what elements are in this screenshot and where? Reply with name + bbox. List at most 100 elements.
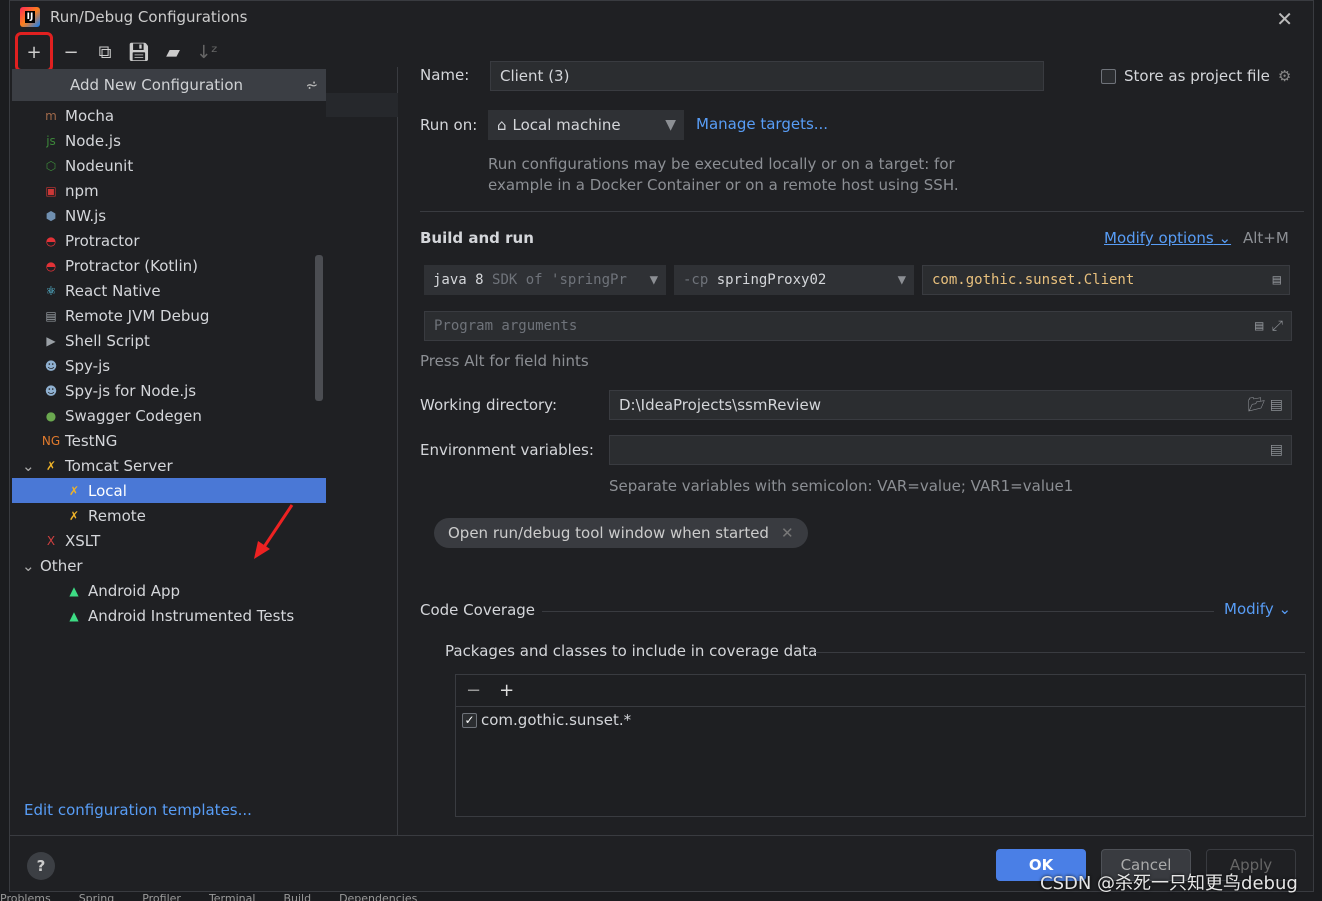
config-item-label: Swagger Codegen: [65, 406, 202, 425]
configuration-tree-panel: Add New Configuration ⩫ m Mocha js Node.js ⬡…: [10, 67, 398, 835]
testng-icon: NG: [41, 433, 61, 448]
tomcat-icon: ✗: [68, 483, 80, 498]
sort-icon[interactable]: ↓ᶻ: [194, 39, 220, 65]
new-folder-icon[interactable]: ▰: [160, 39, 186, 65]
config-item[interactable]: m Mocha: [12, 103, 326, 128]
modify-shortcut: Alt+M: [1243, 229, 1289, 247]
modify-label: Modify: [1224, 600, 1274, 618]
config-item-label: Nodeunit: [65, 156, 134, 175]
npm-icon: ▣: [45, 183, 57, 198]
main-class-input[interactable]: com.gothic.sunset.Client ▤: [922, 265, 1290, 295]
working-directory-input[interactable]: D:\IdeaProjects\ssmReview 📂︎ ▤: [609, 390, 1292, 420]
config-item[interactable]: ✗ Local: [12, 478, 326, 503]
nwjs-icon: ⬢: [45, 208, 57, 223]
config-item[interactable]: ⚛ React Native: [12, 278, 326, 303]
status-tab[interactable]: Terminal: [209, 892, 256, 901]
divider: [542, 611, 1214, 612]
store-checkbox[interactable]: [1101, 68, 1116, 84]
close-icon[interactable]: ✕: [781, 524, 794, 542]
divider: [420, 211, 1304, 212]
config-item[interactable]: NG TestNG: [12, 428, 326, 453]
protractor-icon: ◓: [45, 258, 57, 273]
classpath-dropdown[interactable]: -cp springProxy02 ▼: [674, 265, 914, 295]
red-arrow-annotation: [254, 504, 294, 559]
config-item[interactable]: ⬢ NW.js: [12, 203, 326, 228]
manage-targets-link[interactable]: Manage targets...: [696, 115, 828, 133]
program-arguments-input[interactable]: Program arguments ▤ ⤢: [424, 311, 1292, 341]
help-button[interactable]: ?: [27, 852, 55, 880]
edit-icon[interactable]: ▤: [1270, 442, 1283, 458]
working-directory-value: D:\IdeaProjects\ssmReview: [619, 396, 821, 414]
status-tab[interactable]: Profiler: [142, 892, 181, 901]
code-coverage-heading: Code Coverage: [420, 601, 536, 619]
scrollbar[interactable]: [315, 255, 323, 401]
modify-options-link[interactable]: Modify options ⌄: [1104, 229, 1231, 247]
config-item-label: Remote: [88, 506, 146, 525]
config-item-label: Protractor: [65, 231, 140, 250]
chip-label: Open run/debug tool window when started: [448, 524, 769, 542]
expand-icon[interactable]: ▤ ⤢: [1255, 318, 1283, 334]
android-icon: ▲: [69, 608, 79, 623]
android-icon: ▲: [69, 583, 79, 598]
name-value: Client (3): [500, 67, 570, 85]
config-item-label: Spy-js for Node.js: [65, 381, 197, 400]
store-label: Store as project file: [1124, 67, 1270, 85]
swagger-icon: ●: [45, 408, 57, 423]
config-item[interactable]: ▤ Remote JVM Debug: [12, 303, 326, 328]
add-icon[interactable]: +: [15, 32, 53, 72]
modify-link[interactable]: Modify ⌄: [1224, 600, 1291, 618]
close-icon[interactable]: ✕: [1276, 7, 1293, 31]
config-item[interactable]: ▣ npm: [12, 178, 326, 203]
add-icon[interactable]: +: [499, 680, 514, 701]
run-on-label: Run on:: [420, 116, 478, 134]
status-tab[interactable]: Spring: [79, 892, 115, 901]
react-icon: ⚛: [45, 283, 57, 298]
store-as-project-file[interactable]: Store as project file ⚙: [1101, 67, 1291, 85]
status-tab[interactable]: Build: [283, 892, 311, 901]
config-item[interactable]: ☻ Spy-js for Node.js: [12, 378, 326, 403]
edit-templates-link[interactable]: Edit configuration templates...: [24, 801, 252, 819]
copy-icon[interactable]: ⧉: [92, 39, 118, 65]
config-item-label: Local: [88, 481, 127, 500]
nodejs-icon: js: [46, 133, 56, 148]
config-item-label: Mocha: [65, 106, 115, 125]
intellij-logo-icon: IJ: [20, 7, 40, 27]
run-on-dropdown[interactable]: ⌂ Local machine ▼: [488, 110, 684, 140]
mocha-icon: m: [45, 108, 57, 123]
jdk-hint: SDK of 'springPr: [492, 272, 627, 288]
status-tab[interactable]: Problems: [0, 892, 51, 901]
tomcat-icon: ✗: [68, 508, 80, 523]
collapse-icon[interactable]: ⩫: [305, 76, 318, 94]
status-tab[interactable]: Dependencies: [339, 892, 417, 901]
environment-variables-input[interactable]: ▤: [609, 435, 1292, 465]
run-debug-dialog: IJ Run/Debug Configurations ✕ + − ⧉ 💾︎ ▰…: [9, 0, 1314, 892]
environment-variables-label: Environment variables:: [420, 441, 594, 459]
main-class-value: com.gothic.sunset.Client: [932, 272, 1135, 288]
coverage-row[interactable]: ✓ com.gothic.sunset.*: [456, 707, 1305, 733]
config-item-label: Android Instrumented Tests: [88, 606, 295, 625]
config-item[interactable]: ⌄ ✗ Tomcat Server: [12, 453, 326, 478]
config-item[interactable]: ▲ Android Instrumented Tests: [12, 603, 326, 628]
remove-icon[interactable]: −: [58, 39, 84, 65]
config-item[interactable]: ▲ Android App: [12, 578, 326, 603]
gear-icon[interactable]: ⚙: [1278, 67, 1291, 85]
remove-icon[interactable]: −: [466, 680, 481, 701]
config-item[interactable]: ⬡ Nodeunit: [12, 153, 326, 178]
xslt-icon: X: [46, 533, 56, 548]
save-icon[interactable]: 💾︎: [126, 39, 152, 65]
coverage-checkbox[interactable]: ✓: [462, 712, 477, 728]
config-item[interactable]: ▶ Shell Script: [12, 328, 326, 353]
browse-icon[interactable]: ▤: [1273, 272, 1281, 288]
config-item[interactable]: js Node.js: [12, 128, 326, 153]
jdk-dropdown[interactable]: java 8 SDK of 'springPr ▼: [424, 265, 666, 295]
window-title: Run/Debug Configurations: [50, 8, 248, 26]
config-item[interactable]: ● Swagger Codegen: [12, 403, 326, 428]
config-item[interactable]: ◓ Protractor: [12, 228, 326, 253]
config-item[interactable]: ☻ Spy-js: [12, 353, 326, 378]
config-item[interactable]: ◓ Protractor (Kotlin): [12, 253, 326, 278]
alt-hint: Press Alt for field hints: [420, 352, 589, 370]
folder-icon[interactable]: 📂︎ ▤: [1248, 397, 1283, 413]
name-input[interactable]: Client (3): [490, 61, 1044, 91]
config-item-label: npm: [65, 181, 99, 200]
status-bar: Problems Spring Profiler Terminal Build Depen…: [0, 892, 1322, 901]
